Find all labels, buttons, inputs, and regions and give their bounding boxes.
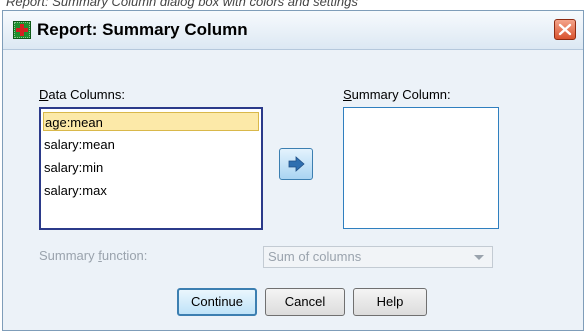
- data-columns-label: Data Columns:: [39, 87, 125, 102]
- summary-function-value: Sum of columns: [268, 249, 362, 264]
- page-caption: Report: Summary Column dialog box with c…: [6, 0, 358, 9]
- summary-column-list[interactable]: [343, 107, 499, 229]
- summary-column-label: Summary Column:: [343, 87, 451, 102]
- continue-button[interactable]: Continue: [177, 288, 257, 316]
- caption-strip: Report: Summary Column dialog box with c…: [0, 0, 588, 10]
- close-icon: [558, 23, 572, 36]
- arrow-right-icon: [288, 156, 305, 172]
- list-item[interactable]: salary:max: [43, 181, 107, 200]
- data-columns-list[interactable]: age:mean salary:mean salary:min salary:m…: [39, 107, 263, 230]
- close-button[interactable]: [554, 19, 576, 40]
- list-item[interactable]: salary:min: [43, 158, 103, 177]
- chevron-down-icon: [474, 255, 484, 260]
- summary-function-label: Summary function:: [39, 248, 148, 263]
- dialog-title: Report: Summary Column: [37, 20, 248, 39]
- list-item[interactable]: age:mean: [43, 112, 259, 131]
- help-button[interactable]: Help: [353, 288, 427, 316]
- summary-function-select: Sum of columns: [263, 246, 493, 268]
- move-to-summary-button[interactable]: [279, 148, 313, 180]
- cancel-button[interactable]: Cancel: [265, 288, 345, 316]
- report-summary-column-dialog: Report: Summary Column Data Columns: age…: [2, 10, 584, 331]
- title-bar: Report: Summary Column: [3, 11, 583, 50]
- list-item[interactable]: salary:mean: [43, 135, 115, 154]
- app-icon: [13, 21, 31, 39]
